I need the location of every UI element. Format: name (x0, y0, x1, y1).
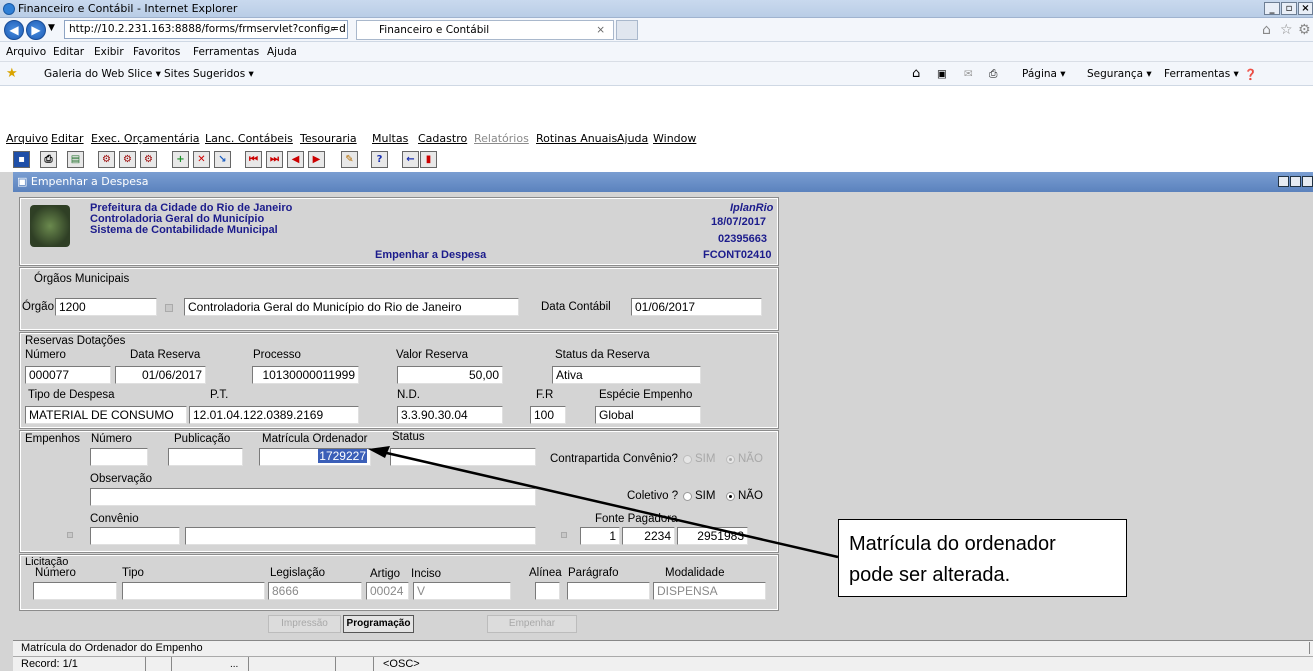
annotation-callout: Matrícula do ordenador pode ser alterada… (838, 519, 1127, 597)
